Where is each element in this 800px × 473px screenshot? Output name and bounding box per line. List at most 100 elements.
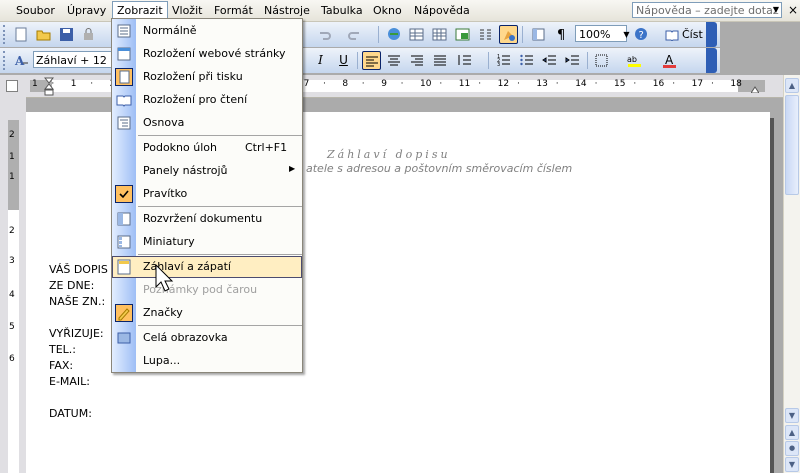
highlight-icon[interactable]: ab [625, 51, 644, 70]
label-email[interactable]: E-MAIL: [49, 375, 90, 388]
help-icon[interactable]: ? [632, 25, 651, 44]
label-ze-dne[interactable]: ZE DNE: [49, 279, 94, 292]
menu-item-ruler[interactable]: Pravítko [112, 183, 302, 205]
vertical-ruler-number: 6 [9, 354, 15, 364]
menu-item-label: Podokno úloh [143, 141, 217, 154]
menu-okno[interactable]: Okno [369, 3, 406, 18]
label-vas-dopis[interactable]: VÁŠ DOPIS [49, 263, 108, 276]
ruler-number: · [672, 79, 676, 89]
toolbar-grip-icon[interactable] [3, 51, 8, 70]
menu-item-full-screen[interactable]: Celá obrazovka [112, 327, 302, 349]
menu-item-task-pane[interactable]: Podokno úloh Ctrl+F1 [112, 137, 302, 159]
undo-icon[interactable] [315, 25, 334, 44]
svg-text:A: A [665, 53, 674, 67]
ruler-number: 10 [420, 79, 432, 89]
styles-formatting-icon[interactable]: A [12, 51, 31, 70]
menu-item-outline[interactable]: Osnova [112, 112, 302, 134]
hyperlink-icon[interactable] [385, 25, 404, 44]
menu-tabulka[interactable]: Tabulka [317, 3, 367, 18]
tab-selector-icon[interactable] [6, 80, 18, 92]
next-page-icon[interactable]: ▼ [785, 457, 799, 472]
vertical-ruler-number: 1 [9, 172, 15, 182]
menu-item-label: Rozložení webové stránky [143, 47, 286, 60]
ruler-number: 18 [730, 79, 742, 89]
bullets-icon[interactable] [517, 51, 536, 70]
redo-icon[interactable] [345, 25, 364, 44]
scroll-down-icon[interactable]: ▼ [785, 408, 799, 423]
underline-button[interactable]: U [334, 51, 353, 70]
menu-item-document-map[interactable]: Rozvržení dokumentu [112, 208, 302, 230]
read-button[interactable]: Číst [664, 25, 703, 44]
justify-icon[interactable] [431, 51, 450, 70]
letter-header-subtitle[interactable]: atele s adresou a poštovním směrovacím č… [306, 162, 572, 175]
menu-item-thumbnails[interactable]: Miniatury [112, 231, 302, 253]
ruler-number: 13 [536, 79, 548, 89]
menu-item-normal[interactable]: Normálně [112, 20, 302, 42]
menu-item-header-footer[interactable]: Záhlaví a zápatí [112, 256, 302, 278]
label-nase-zn[interactable]: NAŠE ZN.: [49, 295, 105, 308]
menu-upravy[interactable]: Úpravy [63, 3, 110, 18]
document-map-button-icon[interactable] [529, 25, 548, 44]
tables-borders-icon[interactable] [407, 25, 426, 44]
menu-format[interactable]: Formát [210, 3, 257, 18]
line-spacing-icon[interactable] [455, 51, 474, 70]
ruler-number: 16 [652, 79, 665, 89]
font-color-icon[interactable]: A [660, 51, 679, 70]
align-left-icon[interactable] [362, 51, 381, 70]
italic-button[interactable]: I [311, 51, 330, 70]
menu-item-label: Miniatury [143, 235, 195, 248]
scrollbar-thumb[interactable] [785, 95, 799, 195]
select-browse-object-icon[interactable]: ● [785, 441, 799, 456]
ruler-number: · [361, 79, 365, 89]
menu-vlozit[interactable]: Vložit [168, 3, 206, 18]
help-search-input[interactable]: Nápověda – zadejte dotaz [632, 2, 782, 18]
open-folder-icon[interactable] [34, 25, 53, 44]
document-map-icon [115, 210, 133, 228]
style-select[interactable]: Záhlaví + 12 b. [33, 51, 119, 68]
book-icon [665, 28, 679, 42]
align-right-icon[interactable] [408, 51, 427, 70]
menu-soubor[interactable]: Soubor [12, 3, 59, 18]
numbering-icon[interactable]: 123 [494, 51, 513, 70]
toolbar-options-icon[interactable] [706, 22, 717, 47]
drawing-icon[interactable] [499, 25, 518, 44]
menu-nastroje[interactable]: Nástroje [260, 3, 314, 18]
previous-page-icon[interactable]: ▲ [785, 425, 799, 440]
increase-indent-icon[interactable] [563, 51, 582, 70]
menu-item-footnotes[interactable]: Poznámky pod čarou [112, 279, 302, 301]
close-document-icon[interactable]: × [788, 3, 800, 17]
menu-item-toolbars[interactable]: Panely nástrojů ▶ [112, 160, 302, 182]
decrease-indent-icon[interactable] [540, 51, 559, 70]
new-document-icon[interactable] [12, 25, 31, 44]
help-dropdown-icon[interactable]: ▼ [770, 3, 782, 17]
permission-icon[interactable] [79, 25, 98, 44]
ruler-number: 8 [342, 79, 349, 89]
menu-item-markup[interactable]: Značky [112, 302, 302, 324]
toolbar-options-icon[interactable] [706, 48, 717, 73]
toolbar-grip-icon[interactable] [3, 25, 8, 44]
show-hide-formatting-icon[interactable]: ¶ [552, 25, 571, 44]
save-icon[interactable] [57, 25, 76, 44]
scroll-up-icon[interactable]: ▲ [785, 78, 799, 93]
menu-item-reading-layout[interactable]: Rozložení pro čtení [112, 89, 302, 111]
menu-item-web-layout[interactable]: Rozložení webové stránky [112, 43, 302, 65]
border-icon[interactable] [592, 51, 611, 70]
columns-icon[interactable] [476, 25, 495, 44]
align-center-icon[interactable] [385, 51, 404, 70]
reading-layout-icon [115, 91, 133, 109]
label-fax[interactable]: FAX: [49, 359, 73, 372]
menu-item-zoom[interactable]: Lupa... [112, 350, 302, 372]
right-indent-marker-icon[interactable] [750, 83, 760, 94]
label-datum[interactable]: DATUM: [49, 407, 92, 420]
thumbnails-icon [115, 233, 133, 251]
letter-header-title[interactable]: Záhlaví dopisu [327, 148, 451, 161]
ruler-number: 11 [458, 79, 471, 89]
insert-table-icon[interactable] [430, 25, 449, 44]
menu-item-print-layout[interactable]: Rozložení při tisku [112, 66, 302, 88]
menu-napoveda[interactable]: Nápověda [410, 3, 474, 18]
label-tel[interactable]: TEL.: [49, 343, 76, 356]
vertical-ruler-number: 2 [9, 130, 15, 140]
label-vyrizuje[interactable]: VYŘIZUJE: [49, 327, 104, 340]
formatting-toolbar: A Záhlaví + 12 b. I U 123 ab A [0, 48, 720, 73]
insert-excel-icon[interactable] [453, 25, 472, 44]
